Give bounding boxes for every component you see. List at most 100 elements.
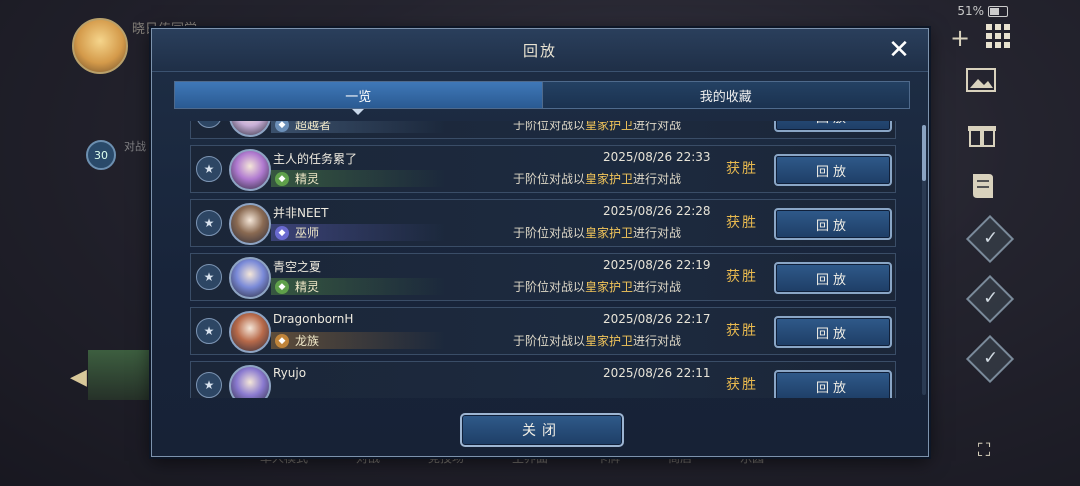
desc-prefix: 于阶位对战以 [513,226,586,240]
replay-button[interactable]: 回放 [774,370,892,398]
replay-row: ★ ◆ 超越者 于阶位对战以皇家护卫进行对战 获胜 回放 [190,121,896,139]
replay-row: ★ DragonbornH ◆ 龙族 2025/08/26 22:17 于阶位对战以皇家护… [190,307,896,355]
desc-prefix: 于阶位对战以 [513,280,586,294]
list-scrollbar[interactable] [922,125,926,395]
opponent-avatar [229,311,271,353]
match-description: 于阶位对战以皇家护卫进行对战 [513,121,681,133]
match-result: 获胜 [726,323,758,339]
opponent-avatar [229,149,271,191]
desc-suffix: 进行对战 [633,280,682,294]
add-icon[interactable]: + [942,20,978,56]
player-avatar[interactable] [72,18,128,74]
class-name: 巫师 [295,226,320,240]
class-tag: ◆ 精灵 [271,278,445,295]
check-icon[interactable]: ✓ [965,334,1015,384]
match-result: 获胜 [726,121,758,124]
gallery-icon[interactable] [964,64,1000,100]
replay-button[interactable]: 回放 [774,154,892,186]
level-badge: 30 [86,140,116,170]
close-button[interactable]: 关闭 [460,413,624,447]
gift-icon[interactable] [964,116,1000,152]
match-description: 于阶位对战以皇家护卫进行对战 [513,278,681,295]
opponent-name: DragonbornH [273,312,354,326]
match-description: 于阶位对战以皇家护卫进行对战 [513,224,681,241]
grid-menu-icon[interactable] [980,18,1016,54]
match-description: 于阶位对战以皇家护卫进行对战 [513,332,681,349]
class-tag: ◆ 超越者 [271,121,445,133]
opponent-avatar [229,121,271,137]
desc-prefix: 于阶位对战以 [513,121,586,132]
match-datetime: 2025/08/26 22:28 [603,204,711,218]
replay-button[interactable]: 回放 [774,208,892,240]
replay-button[interactable]: 回放 [774,316,892,348]
match-result: 获胜 [726,377,758,393]
deck-name: 皇家护卫 [585,334,634,348]
match-datetime: 2025/08/26 22:33 [603,150,711,164]
class-tag: ◆ 巫师 [271,224,445,241]
desc-suffix: 进行对战 [633,334,682,348]
match-description: 于阶位对战以皇家护卫进行对战 [513,170,681,187]
replay-button[interactable]: 回放 [774,262,892,294]
check-icon[interactable]: ✓ [965,274,1015,324]
deck-name: 皇家护卫 [585,226,634,240]
replay-dialog: 回放 ✕ 一览 我的收藏 ★◆超越者于阶位对战以皇家护卫进行对战获胜回放★主人的… [151,28,929,457]
favorite-star-icon[interactable]: ★ [196,210,222,236]
tab-bar: 一览 我的收藏 [174,81,910,115]
favorite-star-icon[interactable]: ★ [196,318,222,344]
replay-row: ★ 主人的任务累了 ◆ 精灵 2025/08/26 22:33 于阶位对战以皇家护卫进行对… [190,145,896,193]
match-result: 获胜 [726,161,758,177]
desc-suffix: 进行对战 [633,226,682,240]
class-tag: ◆ 精灵 [271,170,445,187]
deck-name: 皇家护卫 [585,280,634,294]
favorite-star-icon[interactable]: ★ [196,156,222,182]
favorite-star-icon[interactable]: ★ [196,372,222,398]
opponent-name: Ryujo [273,366,307,380]
match-datetime: 2025/08/26 22:17 [603,312,711,326]
right-sidebar: + ✓ ✓ ✓ ⛶ [940,0,1080,486]
tab-overview[interactable]: 一览 [175,82,542,115]
tab-favorites[interactable]: 我的收藏 [541,82,909,108]
dialog-title: 回放 [522,41,557,60]
class-icon: ◆ [275,225,289,240]
deck-name: 皇家护卫 [585,121,634,132]
class-name: 龙族 [295,334,320,348]
desc-prefix: 于阶位对战以 [513,172,586,186]
class-name: 精灵 [295,172,320,186]
scrollbar-thumb[interactable] [922,125,926,181]
opponent-name: 主人的任务累了 [273,152,358,166]
class-icon: ◆ [275,171,289,186]
class-name: 精灵 [295,280,320,294]
match-datetime: 2025/08/26 22:11 [603,366,711,380]
replay-row: ★Ryujo◆2025/08/26 22:11获胜回放 [190,361,896,398]
class-icon: ◆ [275,121,289,132]
match-result: 获胜 [726,269,758,285]
class-icon: ◆ [275,333,289,348]
replay-list[interactable]: ★◆超越者于阶位对战以皇家护卫进行对战获胜回放★主人的任务累了◆精灵2025/0… [190,121,896,398]
replay-button[interactable]: 回放 [774,121,892,132]
fullscreen-icon[interactable]: ⛶ [966,432,1002,468]
opponent-name: 并非NEET [273,206,329,220]
desc-suffix: 进行对战 [633,172,682,186]
replay-row: ★ 并非NEET ◆ 巫师 2025/08/26 22:28 于阶位对战以皇家护卫进行对战… [190,199,896,247]
opponent-avatar [229,203,271,245]
class-icon: ◆ [275,279,289,294]
dialog-header: 回放 ✕ [152,29,928,72]
desc-suffix: 进行对战 [633,121,682,132]
match-datetime: 2025/08/26 22:19 [603,258,711,272]
favorite-star-icon[interactable]: ★ [196,264,222,290]
class-tag: ◆ 龙族 [271,332,445,349]
opponent-avatar [229,257,271,299]
match-result: 获胜 [726,215,758,231]
level-label: 对战 [124,140,146,153]
desc-prefix: 于阶位对战以 [513,334,586,348]
opponent-name: 青空之夏 [273,260,322,274]
class-name: 超越者 [295,121,332,132]
close-icon[interactable]: ✕ [884,35,914,65]
replay-row: ★ 青空之夏 ◆ 精灵 2025/08/26 22:19 于阶位对战以皇家护卫进行对战 获胜… [190,253,896,301]
left-arrow-icon[interactable]: ◀ [70,365,87,390]
background-card [88,350,150,400]
check-icon[interactable]: ✓ [965,214,1015,264]
deck-name: 皇家护卫 [585,172,634,186]
scroll-icon[interactable] [964,168,1000,204]
favorite-star-icon[interactable]: ★ [196,121,222,128]
